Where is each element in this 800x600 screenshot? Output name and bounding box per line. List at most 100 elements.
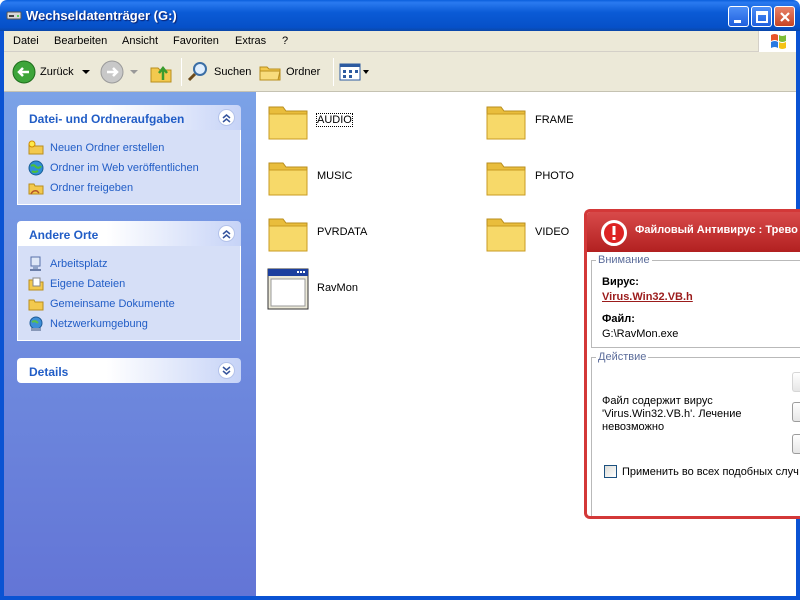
menu-favoriten[interactable]: Favoriten	[173, 35, 219, 47]
file-name: MUSIC	[317, 170, 353, 182]
file-tasks-header[interactable]: Datei- und Ordneraufgaben	[17, 105, 241, 130]
views-button[interactable]	[338, 58, 370, 86]
action-button-1[interactable]	[792, 372, 800, 392]
menu-extras[interactable]: Extras	[235, 35, 266, 47]
folder-item[interactable]: PHOTO	[478, 153, 688, 201]
other-places-title: Andere Orte	[29, 228, 99, 242]
minimize-button[interactable]	[728, 6, 749, 27]
attention-legend: Внимание	[596, 254, 652, 266]
menu-help[interactable]: ?	[282, 35, 288, 47]
action-legend: Действие	[596, 351, 649, 363]
up-folder-button[interactable]	[149, 58, 173, 86]
file-name: AUDIO	[316, 113, 353, 127]
folder-icon	[259, 66, 281, 81]
folder-item[interactable]: PVRDATA	[260, 209, 470, 257]
task-pane: Datei- und Ordneraufgaben Neuen Ordner e…	[4, 92, 256, 596]
title-bar[interactable]: Wechseldatenträger (G:)	[0, 0, 800, 31]
file-tasks-title: Datei- und Ordneraufgaben	[29, 112, 185, 126]
folder-item[interactable]: FRAME	[478, 97, 688, 145]
place-network[interactable]: Netzwerkumgebung	[28, 314, 240, 334]
place-my-computer[interactable]: Arbeitsplatz	[28, 254, 240, 274]
place-label: Arbeitsplatz	[50, 258, 108, 270]
file-name: PVRDATA	[317, 226, 368, 238]
action-group: Действие	[591, 351, 800, 516]
virus-name-link[interactable]: Virus.Win32.VB.h	[602, 291, 693, 303]
place-label: Netzwerkumgebung	[50, 318, 148, 330]
folder-item[interactable]: MUSIC	[260, 153, 470, 201]
apply-all-checkbox[interactable]	[604, 465, 617, 478]
file-tasks-body: Neuen Ordner erstellen Ordner im Web ver…	[17, 130, 241, 205]
file-name: PHOTO	[535, 170, 574, 182]
expand-chevron-icon[interactable]	[218, 362, 235, 379]
forward-arrow-icon	[100, 60, 124, 84]
close-button[interactable]	[774, 6, 795, 27]
drive-icon	[6, 9, 22, 21]
back-button[interactable]: Zurück	[12, 58, 92, 86]
maximize-button[interactable]	[751, 6, 772, 27]
file-label: Файл:	[602, 313, 635, 325]
publish-web-icon	[28, 160, 44, 176]
menu-ansicht[interactable]: Ansicht	[122, 35, 158, 47]
window-border-bottom	[0, 596, 800, 600]
forward-button[interactable]	[100, 58, 140, 86]
folder-icon	[268, 106, 308, 140]
file-path: G:\RavMon.exe	[602, 328, 679, 340]
action-button-2[interactable]	[792, 402, 800, 422]
network-icon	[29, 316, 43, 331]
back-label: Zurück	[40, 66, 74, 78]
alert-icon	[601, 220, 627, 246]
collapse-chevron-icon[interactable]	[218, 109, 235, 126]
folders-button[interactable]: Ordner	[258, 58, 320, 86]
shared-documents-icon	[28, 299, 44, 311]
folder-icon	[486, 106, 526, 140]
place-shared-documents[interactable]: Gemeinsame Dokumente	[28, 294, 240, 314]
back-arrow-icon	[12, 60, 36, 84]
chevron-down-icon	[363, 70, 369, 74]
antivirus-title: Файловый Антивирус : Трево	[635, 224, 798, 236]
application-icon	[267, 268, 309, 310]
folder-icon	[268, 218, 308, 252]
details-panel: Details	[17, 358, 241, 383]
folder-up-icon	[150, 65, 172, 83]
other-places-panel: Andere Orte Arbeitsplatz Eigene Dateien …	[17, 221, 241, 341]
my-documents-icon	[28, 277, 44, 291]
task-label: Ordner freigeben	[50, 182, 134, 194]
file-name: RavMon	[317, 282, 358, 294]
window-title: Wechseldatenträger (G:)	[26, 8, 177, 23]
antivirus-alert-dialog[interactable]: Файловый Антивирус : Трево Внимание Виру…	[584, 209, 800, 519]
place-my-documents[interactable]: Eigene Dateien	[28, 274, 240, 294]
task-publish-web[interactable]: Ordner im Web veröffentlichen	[28, 158, 240, 178]
other-places-body: Arbeitsplatz Eigene Dateien Gemeinsame D…	[17, 246, 241, 341]
details-header[interactable]: Details	[17, 358, 241, 383]
task-share-folder[interactable]: Ordner freigeben	[28, 178, 240, 198]
file-name: FRAME	[535, 114, 574, 126]
menu-bar: Datei Bearbeiten Ansicht Favoriten Extra…	[4, 31, 796, 52]
task-label: Neuen Ordner erstellen	[50, 142, 165, 154]
antivirus-header: Файловый Антивирус : Трево	[587, 212, 800, 252]
application-item[interactable]: RavMon	[260, 265, 470, 313]
search-button[interactable]: Suchen	[186, 58, 251, 86]
collapse-chevron-icon[interactable]	[218, 225, 235, 242]
file-tasks-panel: Datei- und Ordneraufgaben Neuen Ordner e…	[17, 105, 241, 205]
search-label: Suchen	[214, 66, 252, 78]
toolbar-separator	[181, 58, 182, 86]
file-name: VIDEO	[535, 226, 570, 238]
view-grid-icon	[339, 63, 361, 81]
new-folder-icon	[28, 140, 44, 155]
menu-bearbeiten[interactable]: Bearbeiten	[54, 35, 107, 47]
folder-icon	[268, 162, 308, 196]
windows-logo-icon	[758, 31, 796, 52]
other-places-header[interactable]: Andere Orte	[17, 221, 241, 246]
folder-item[interactable]: AUDIO	[260, 97, 470, 145]
search-icon	[187, 62, 207, 82]
apply-all-label: Применить во всех подобных случ	[622, 466, 799, 478]
share-folder-icon	[28, 183, 44, 195]
my-computer-icon	[30, 256, 41, 271]
chevron-down-icon	[81, 70, 90, 74]
folder-icon	[486, 162, 526, 196]
task-label: Ordner im Web veröffentlichen	[50, 162, 199, 174]
place-label: Gemeinsame Dokumente	[50, 298, 175, 310]
task-new-folder[interactable]: Neuen Ordner erstellen	[28, 138, 240, 158]
action-button-3[interactable]	[792, 434, 800, 454]
menu-datei[interactable]: Datei	[13, 35, 39, 47]
